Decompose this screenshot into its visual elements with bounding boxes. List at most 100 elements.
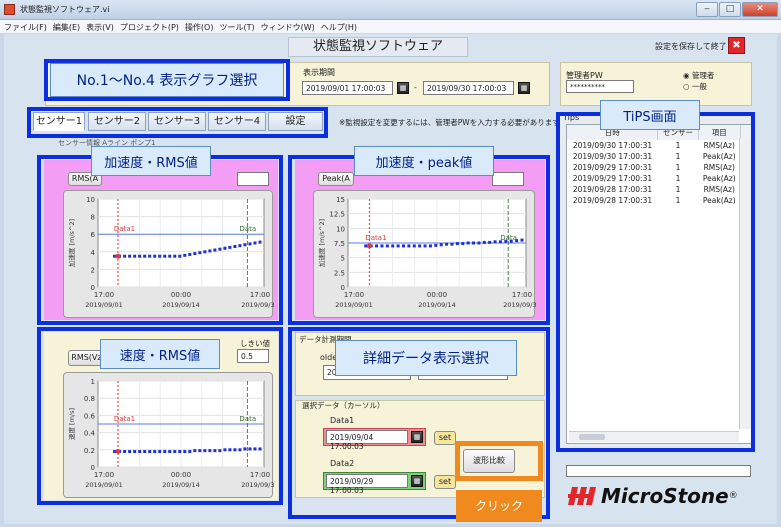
data1-field[interactable]: 2019/09/04 17:00:03 bbox=[326, 430, 408, 451]
g3-xtick: 17:00 bbox=[250, 471, 270, 479]
g2-xtick: 00:00 bbox=[427, 291, 447, 299]
tab-sensor1[interactable]: センサー1 bbox=[33, 112, 85, 131]
maximize-button[interactable]: □ bbox=[719, 2, 741, 17]
minimize-button[interactable]: ‒ bbox=[696, 2, 718, 17]
window-title: 状態監視ソフトウェア.vi bbox=[20, 5, 110, 14]
g1-data-point bbox=[253, 241, 257, 245]
g2-data-point bbox=[461, 242, 465, 246]
g1-data-point bbox=[213, 248, 217, 252]
g3-ytick: 0.4 bbox=[84, 430, 96, 438]
period-start-field[interactable]: 2019/09/01 17:00:03 bbox=[302, 81, 393, 95]
menu-help[interactable]: ヘルプ(H) bbox=[317, 20, 359, 33]
brand-reg: ® bbox=[728, 491, 738, 501]
data2-set-button[interactable]: set bbox=[434, 475, 456, 489]
g3-cursor1-label: Data1 bbox=[114, 415, 135, 423]
g1-data-point bbox=[223, 246, 227, 250]
g1-data-point bbox=[153, 254, 157, 258]
g1-cursor1-label: Data1 bbox=[114, 225, 135, 233]
g1-ytick: 8 bbox=[91, 214, 95, 222]
g3-data-point bbox=[158, 450, 162, 454]
menu-project[interactable]: プロジェクト(P) bbox=[116, 20, 181, 33]
g1-ytick: 6 bbox=[91, 231, 96, 239]
period-end-field[interactable]: 2019/09/30 17:00:03 bbox=[423, 81, 514, 95]
data2-field[interactable]: 2019/09/29 17:00:03 bbox=[326, 474, 408, 495]
g3-data-point bbox=[123, 450, 127, 454]
accel-rms-threshold-field[interactable] bbox=[237, 172, 269, 186]
g2-data-point bbox=[450, 242, 454, 246]
g1-data-point bbox=[193, 252, 197, 256]
accel-peak-annotation: 加速度・peak値 bbox=[354, 146, 494, 176]
g2-ylabel: 加速度 [m/s^2] bbox=[317, 219, 326, 267]
admin-password-field[interactable]: ********** bbox=[566, 80, 634, 93]
g3-data-point bbox=[203, 449, 207, 453]
g3-data-point bbox=[208, 449, 212, 453]
g2-data-point bbox=[455, 242, 459, 246]
tab-settings[interactable]: 設定 bbox=[268, 112, 323, 131]
window-close-button[interactable]: ✕ bbox=[742, 2, 778, 17]
menu-view[interactable]: 表示(V) bbox=[82, 20, 116, 33]
tab-sensor2[interactable]: センサー2 bbox=[88, 112, 146, 131]
vel-rms-threshold-field[interactable]: 0.5 bbox=[237, 349, 269, 363]
g2-data-point bbox=[412, 244, 416, 248]
g3-data-point bbox=[233, 448, 237, 452]
g2-data-point bbox=[402, 244, 406, 248]
g1-data-point bbox=[128, 254, 132, 258]
menu-operate[interactable]: 操作(O) bbox=[181, 20, 216, 33]
data1-set-button[interactable]: set bbox=[434, 431, 456, 445]
g1-data-point bbox=[133, 254, 137, 258]
tab-sensor4[interactable]: センサー4 bbox=[208, 112, 266, 131]
waveform-compare-button[interactable]: 波形比較 bbox=[463, 449, 515, 473]
g2-data-point bbox=[391, 244, 395, 248]
g1-data-point bbox=[123, 254, 127, 258]
menu-file[interactable]: ファイル(F) bbox=[0, 20, 49, 33]
calendar-icon-data1[interactable]: ▦ bbox=[411, 431, 423, 443]
calendar-icon-start[interactable]: ▦ bbox=[397, 82, 409, 94]
g1-xtick: 00:00 bbox=[171, 291, 191, 299]
g1-xdate: 2019/09/01 bbox=[85, 301, 122, 309]
g3-ytick: 0.6 bbox=[84, 412, 96, 420]
calendar-icon-data2[interactable]: ▦ bbox=[411, 475, 423, 487]
g2-data-point bbox=[396, 244, 400, 248]
radio-general[interactable]: ○ 一般 bbox=[683, 81, 707, 92]
g3-data-point bbox=[178, 450, 182, 454]
g3-data-point bbox=[138, 450, 142, 454]
g1-data-point bbox=[258, 240, 262, 244]
brand-name: MicroStone bbox=[601, 484, 729, 508]
menu-window[interactable]: ウィンドウ(W) bbox=[257, 20, 317, 33]
g2-data-point bbox=[504, 239, 508, 243]
g2-data-point bbox=[488, 240, 492, 244]
save-exit-label: 設定を保存して終了 bbox=[655, 42, 727, 51]
accel-peak-select[interactable]: Peak(A bbox=[318, 172, 354, 186]
data2-label: Data2 bbox=[330, 459, 355, 468]
g1-ytick: 4 bbox=[91, 249, 96, 257]
g1-cursor1-point bbox=[115, 253, 121, 259]
app-icon bbox=[4, 4, 15, 15]
tips-annotation: TiPS画面 bbox=[600, 100, 700, 130]
g1-data-point bbox=[218, 247, 222, 251]
menu-tools[interactable]: ツール(T) bbox=[215, 20, 256, 33]
g3-data-point bbox=[248, 447, 252, 451]
calendar-icon-end[interactable]: ▦ bbox=[518, 82, 530, 94]
g2-ytick: 5 bbox=[341, 255, 345, 263]
vel-rms-annotation: 速度・RMS値 bbox=[100, 339, 220, 369]
accel-peak-threshold-field[interactable] bbox=[492, 172, 524, 186]
g2-data-point bbox=[434, 243, 438, 247]
g1-data-point bbox=[203, 250, 207, 254]
g2-xdate: 2019/09/01 bbox=[335, 301, 372, 309]
radio-admin[interactable]: ◉ 管理者 bbox=[683, 70, 714, 81]
tab-sensor3[interactable]: センサー3 bbox=[148, 112, 206, 131]
g2-xdate: 2019/09/14 bbox=[418, 301, 455, 309]
g1-data-point bbox=[143, 254, 147, 258]
menu-edit[interactable]: 編集(E) bbox=[49, 20, 82, 33]
save-exit-button[interactable]: ✖ bbox=[728, 37, 745, 54]
g1-data-point bbox=[188, 252, 192, 256]
g3-xdate: 2019/09/14 bbox=[162, 481, 199, 489]
g2-ytick: 2.5 bbox=[334, 269, 345, 277]
g1-xtick: 17:00 bbox=[94, 291, 114, 299]
brand-logo: MicroStone ® bbox=[568, 481, 758, 511]
g1-data-point bbox=[178, 254, 182, 258]
g3-data-point bbox=[213, 449, 217, 453]
period-label: 表示期間 bbox=[303, 68, 335, 77]
g2-data-point bbox=[472, 241, 476, 245]
g1-ytick: 10 bbox=[86, 196, 95, 204]
